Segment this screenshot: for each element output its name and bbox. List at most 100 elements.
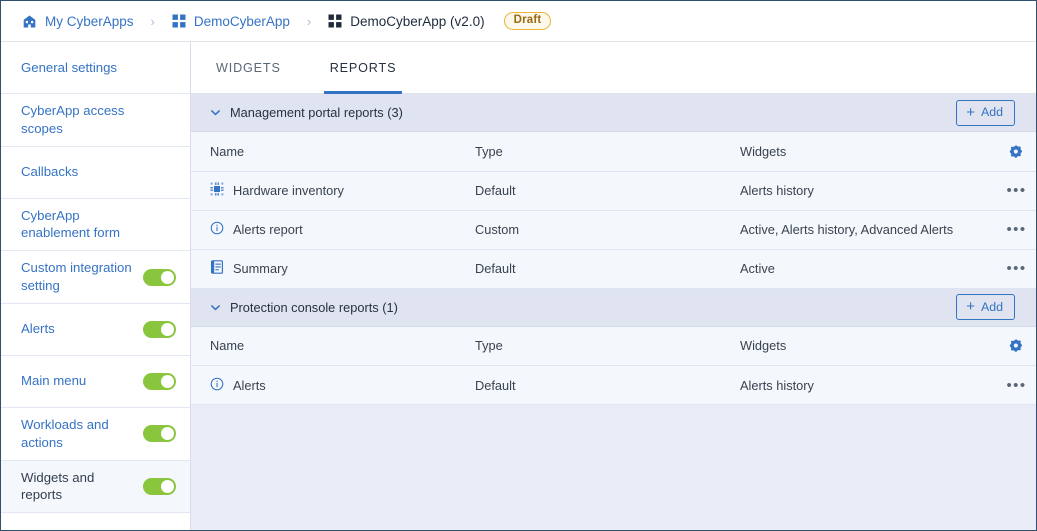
table-header-row: Name Type Widgets xyxy=(191,326,1036,366)
cell-actions: ••• xyxy=(978,171,1036,211)
section-title: Protection console reports (1) xyxy=(230,299,398,315)
column-header-name: Name xyxy=(191,132,456,172)
column-header-name: Name xyxy=(191,326,456,366)
breadcrumb-label: My CyberApps xyxy=(45,13,134,29)
sidebar-item-label: Custom integration setting xyxy=(21,260,132,294)
sidebar-item-label: CyberApp access scopes xyxy=(21,103,125,136)
cell-type: Default xyxy=(456,249,721,289)
column-header-settings xyxy=(978,132,1036,172)
report-name: Summary xyxy=(233,261,288,276)
info-circle-icon xyxy=(210,377,224,394)
cyberapp-editor-window: My CyberApps › DemoCyberApp › DemoCyberA… xyxy=(0,0,1037,531)
status-badge: Draft xyxy=(503,11,552,31)
sidebar-item-workloads-and-actions[interactable]: Workloads and actions xyxy=(1,408,190,461)
section-header-left[interactable]: Management portal reports (3) xyxy=(210,105,403,120)
sidebar-item-custom-integration-setting[interactable]: Custom integration setting xyxy=(1,251,190,304)
sidebar-item-label: Alerts xyxy=(21,321,55,337)
sidebar: General settings CyberApp access scopes … xyxy=(1,42,191,530)
tab-reports[interactable]: REPORTS xyxy=(323,42,403,94)
tab-bar: WIDGETS REPORTS xyxy=(191,42,1036,94)
section-header-protection-console-reports: Protection console reports (1) + Add xyxy=(191,288,1036,327)
cell-widgets: Active, Alerts history, Advanced Alerts xyxy=(721,210,978,250)
body: General settings CyberApp access scopes … xyxy=(1,42,1036,530)
row-menu-icon[interactable]: ••• xyxy=(1007,183,1027,198)
sidebar-item-label: CyberApp enablement form xyxy=(21,207,120,241)
table-row[interactable]: Alerts Default Alerts history ••• xyxy=(191,365,1036,405)
sidebar-item-label: Callbacks xyxy=(21,164,79,180)
breadcrumb-separator: › xyxy=(150,13,155,29)
tab-label: REPORTS xyxy=(329,60,397,75)
reports-table-protection: Name Type Widgets Alerts Default Alerts … xyxy=(191,326,1036,405)
row-menu-icon[interactable]: ••• xyxy=(1007,261,1027,276)
cell-actions: ••• xyxy=(978,249,1036,289)
sidebar-item-cyberapp-access-scopes[interactable]: CyberApp access scopes xyxy=(1,94,190,147)
tab-widgets[interactable]: WIDGETS xyxy=(210,42,287,93)
column-header-widgets: Widgets xyxy=(721,132,978,172)
sidebar-item-alerts[interactable]: Alerts xyxy=(1,304,190,356)
breadcrumb: My CyberApps › DemoCyberApp › DemoCyberA… xyxy=(1,1,1036,42)
sidebar-item-callbacks[interactable]: Callbacks xyxy=(1,147,190,199)
table-row[interactable]: Summary Default Active ••• xyxy=(191,249,1036,289)
sidebar-item-label: General settings xyxy=(21,59,118,75)
main-panel: WIDGETS REPORTS Management portal report… xyxy=(191,42,1036,530)
gear-icon[interactable] xyxy=(997,144,1036,159)
cell-widgets: Alerts history xyxy=(721,365,978,405)
reports-table-management: Name Type Widgets Hardware inventory Def… xyxy=(191,132,1036,289)
plus-icon: + xyxy=(966,298,975,315)
toggle-main-menu[interactable] xyxy=(143,372,176,390)
toggle-custom-integration-setting[interactable] xyxy=(143,268,176,286)
sidebar-item-widgets-and-reports[interactable]: Widgets and reports xyxy=(1,460,190,514)
sidebar-item-label: Main menu xyxy=(21,373,87,389)
sidebar-item-label: Workloads and actions xyxy=(21,416,109,450)
report-name: Hardware inventory xyxy=(233,183,344,198)
add-button-label: Add xyxy=(980,105,1003,119)
add-report-button-protection[interactable]: + Add xyxy=(956,294,1015,320)
cell-widgets: Active xyxy=(721,249,978,289)
breadcrumb-label: DemoCyberApp xyxy=(193,13,290,29)
cell-type: Custom xyxy=(456,210,721,250)
grid-icon xyxy=(328,14,342,28)
row-menu-icon[interactable]: ••• xyxy=(1007,378,1027,393)
toggle-alerts[interactable] xyxy=(143,320,176,338)
toggle-workloads-and-actions[interactable] xyxy=(143,425,176,443)
reports-content: Management portal reports (3) + Add Name… xyxy=(191,94,1036,530)
cell-actions: ••• xyxy=(978,210,1036,250)
gear-icon[interactable] xyxy=(997,338,1036,353)
grid-icon xyxy=(172,14,186,28)
report-name: Alerts report xyxy=(233,222,303,237)
cell-name: Alerts report xyxy=(191,210,456,250)
sidebar-item-main-menu[interactable]: Main menu xyxy=(1,356,190,408)
cell-widgets: Alerts history xyxy=(721,171,978,211)
breadcrumb-item-my-cyberapps[interactable]: My CyberApps xyxy=(22,14,134,29)
table-row[interactable]: Alerts report Custom Active, Alerts hist… xyxy=(191,210,1036,250)
row-menu-icon[interactable]: ••• xyxy=(1007,222,1027,237)
chevron-down-icon[interactable] xyxy=(210,302,221,313)
cell-name: Alerts xyxy=(191,365,456,405)
add-report-button-management[interactable]: + Add xyxy=(956,99,1015,126)
add-button-label: Add xyxy=(980,299,1003,314)
column-header-type: Type xyxy=(456,132,721,172)
column-header-type: Type xyxy=(456,326,721,366)
document-icon xyxy=(210,260,224,277)
section-title: Management portal reports (3) xyxy=(230,105,403,120)
section-header-management-portal-reports: Management portal reports (3) + Add xyxy=(191,94,1036,132)
table-header-row: Name Type Widgets xyxy=(191,132,1036,172)
sidebar-item-general-settings[interactable]: General settings xyxy=(1,42,190,94)
cell-name: Hardware inventory xyxy=(191,171,456,211)
table-row[interactable]: Hardware inventory Default Alerts histor… xyxy=(191,171,1036,211)
chevron-down-icon[interactable] xyxy=(210,107,221,118)
info-circle-icon xyxy=(210,221,224,238)
cell-actions: ••• xyxy=(978,365,1036,405)
sidebar-item-cyberapp-enablement-form[interactable]: CyberApp enablement form xyxy=(1,199,190,252)
toggle-widgets-and-reports[interactable] xyxy=(143,477,176,495)
breadcrumb-separator: › xyxy=(306,13,312,29)
column-header-widgets: Widgets xyxy=(721,326,978,366)
column-header-settings xyxy=(978,326,1036,366)
breadcrumb-item-current: DemoCyberApp (v2.0) Draft xyxy=(328,11,552,31)
breadcrumb-item-democyberapp[interactable]: DemoCyberApp xyxy=(172,14,290,29)
cell-type: Default xyxy=(456,171,721,211)
plus-icon: + xyxy=(966,103,975,121)
cell-type: Default xyxy=(456,365,721,405)
home-icon xyxy=(22,14,37,29)
section-header-left[interactable]: Protection console reports (1) xyxy=(210,300,398,315)
